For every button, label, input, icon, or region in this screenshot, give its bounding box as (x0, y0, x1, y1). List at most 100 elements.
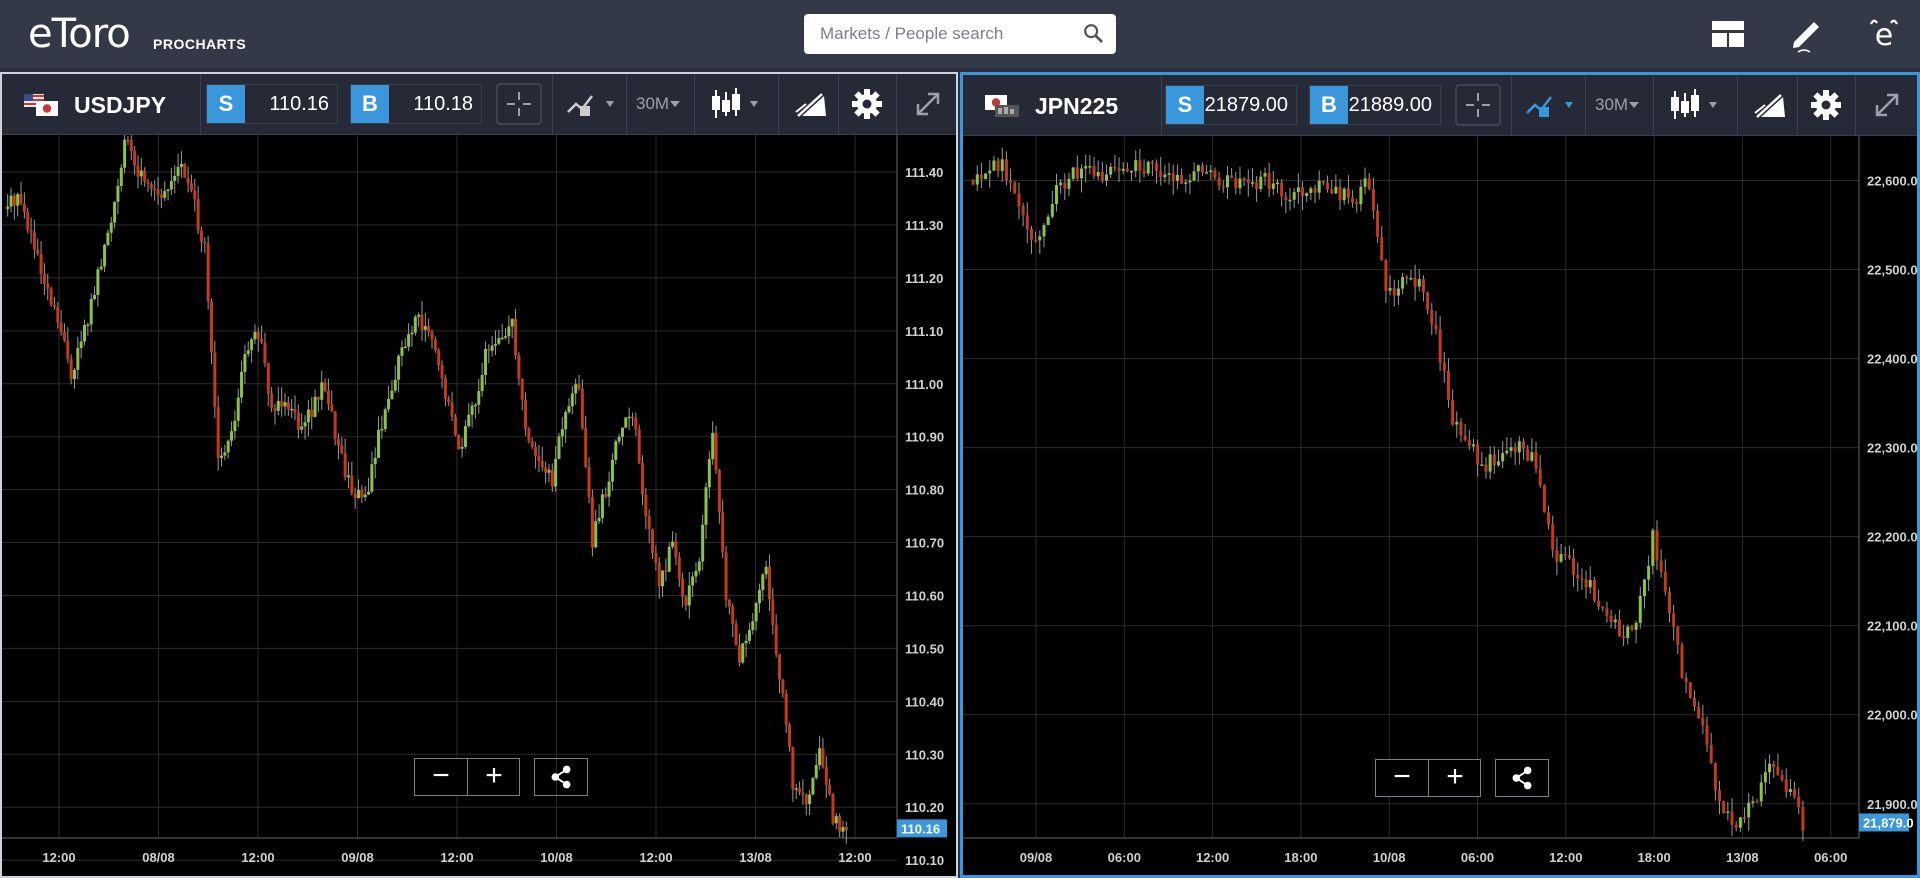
candle-body (741, 643, 745, 663)
candle-body (704, 487, 708, 525)
x-tick-label: 13/08 (739, 850, 772, 865)
candle-body (206, 243, 210, 302)
candle-body (1617, 619, 1621, 637)
candle-body (149, 184, 153, 189)
share-icon[interactable] (1495, 759, 1549, 797)
candle-body (1588, 579, 1592, 588)
timeframe-selector[interactable]: 30M (636, 94, 669, 114)
candle-body (236, 397, 240, 421)
candle-body (1738, 817, 1742, 828)
candle-body (233, 420, 237, 432)
divider (626, 74, 627, 134)
candle-body (1659, 560, 1663, 572)
share-icon[interactable] (534, 758, 588, 796)
chart-panel-jpn225[interactable]: JPN225 S 21879.00 B 21889.00 30M 22,600.… (960, 72, 1920, 878)
candle-body (1205, 172, 1209, 174)
candle-body (1284, 196, 1288, 201)
timeframe-selector[interactable]: 30M (1595, 95, 1628, 115)
candle-body (1234, 178, 1238, 189)
x-tick-label: 12:00 (639, 850, 672, 865)
drawing-tools-icon[interactable] (788, 82, 838, 126)
expand-icon[interactable] (1861, 83, 1913, 127)
candle-body (179, 163, 183, 167)
search-icon[interactable] (1082, 22, 1104, 44)
candle-body (1713, 763, 1717, 791)
candle-body (610, 459, 614, 482)
sell-button[interactable]: S 110.16 (206, 84, 338, 124)
etoro-user-icon[interactable]: e (1862, 12, 1906, 56)
etoro-logo[interactable]: eToro (28, 12, 131, 56)
candle-body (694, 570, 698, 577)
candle-body (1430, 309, 1434, 325)
indicators-icon[interactable] (564, 82, 620, 126)
candle-body (597, 517, 601, 522)
candle-body (834, 816, 838, 824)
zoom-in-button[interactable]: + (1429, 760, 1481, 796)
candle-body (203, 241, 207, 244)
candle-body (604, 494, 608, 497)
candle-body (126, 139, 130, 142)
symbol-name[interactable]: JPN225 (1035, 93, 1118, 120)
gear-icon[interactable] (844, 82, 890, 126)
candle-body (1321, 180, 1325, 183)
candle-body (273, 407, 277, 411)
drawing-tools-icon[interactable] (1747, 83, 1797, 127)
candlestick-type-icon[interactable] (708, 82, 768, 126)
candle-body (1367, 178, 1371, 190)
zoom-out-button[interactable]: − (415, 759, 467, 795)
candle-body (564, 412, 568, 430)
candle-body (373, 457, 377, 465)
candle-body (450, 402, 454, 417)
search-input[interactable] (804, 14, 1116, 54)
candle-body (584, 428, 588, 467)
buy-label: B (1310, 86, 1348, 124)
candle-body (1434, 324, 1438, 330)
buy-button[interactable]: B 110.18 (350, 84, 482, 124)
candle-body (93, 295, 97, 300)
y-tick-label: 110.60 (905, 588, 944, 603)
candle-body (1763, 772, 1767, 783)
expand-icon[interactable] (902, 82, 954, 126)
candle-body (306, 409, 310, 423)
candle-body (1784, 779, 1788, 793)
candle-body (163, 191, 167, 198)
candle-body (310, 409, 314, 417)
chart-panel-usdjpy[interactable]: USDJPY S 110.16 B 110.18 30M 111.40 111.3… (0, 72, 958, 878)
sell-button[interactable]: S 21879.00 (1165, 85, 1297, 125)
top-bar: eToro PROCHARTS e (0, 0, 1920, 68)
candle-body (577, 384, 581, 389)
indicators-icon[interactable] (1523, 83, 1579, 127)
candle-body (333, 411, 337, 440)
candle-body (507, 326, 511, 337)
candle-body (480, 374, 484, 392)
y-tick-label: 110.40 (905, 694, 944, 709)
candle-body (687, 585, 691, 606)
candle-body (524, 399, 528, 429)
candle-body (1734, 824, 1738, 828)
x-tick-label: 12:00 (1196, 850, 1229, 865)
candle-body (617, 436, 621, 442)
candle-body (1680, 644, 1684, 678)
candle-body (86, 324, 90, 326)
crosshair-icon[interactable] (496, 82, 542, 126)
gear-icon[interactable] (1803, 83, 1849, 127)
candle-body (1255, 182, 1259, 189)
y-tick-label: 22,200.0 (1867, 530, 1917, 545)
candle-body (537, 455, 541, 462)
candlestick-type-icon[interactable] (1667, 83, 1727, 127)
candle-body (280, 400, 284, 407)
buy-button[interactable]: B 21889.00 (1309, 85, 1441, 125)
candle-body (627, 416, 631, 419)
candle-body (1054, 185, 1058, 205)
pencil-icon[interactable] (1784, 12, 1828, 56)
crosshair-icon[interactable] (1455, 83, 1501, 127)
sell-label: S (1166, 86, 1204, 124)
candle-body (1376, 210, 1380, 237)
candle-body (1017, 193, 1021, 206)
candle-body (1788, 789, 1792, 793)
layout-icon[interactable] (1706, 12, 1750, 56)
zoom-in-button[interactable]: + (468, 759, 520, 795)
zoom-out-button[interactable]: − (1376, 760, 1428, 796)
symbol-name[interactable]: USDJPY (74, 92, 166, 119)
y-tick-label: 22,300.0 (1867, 441, 1917, 456)
